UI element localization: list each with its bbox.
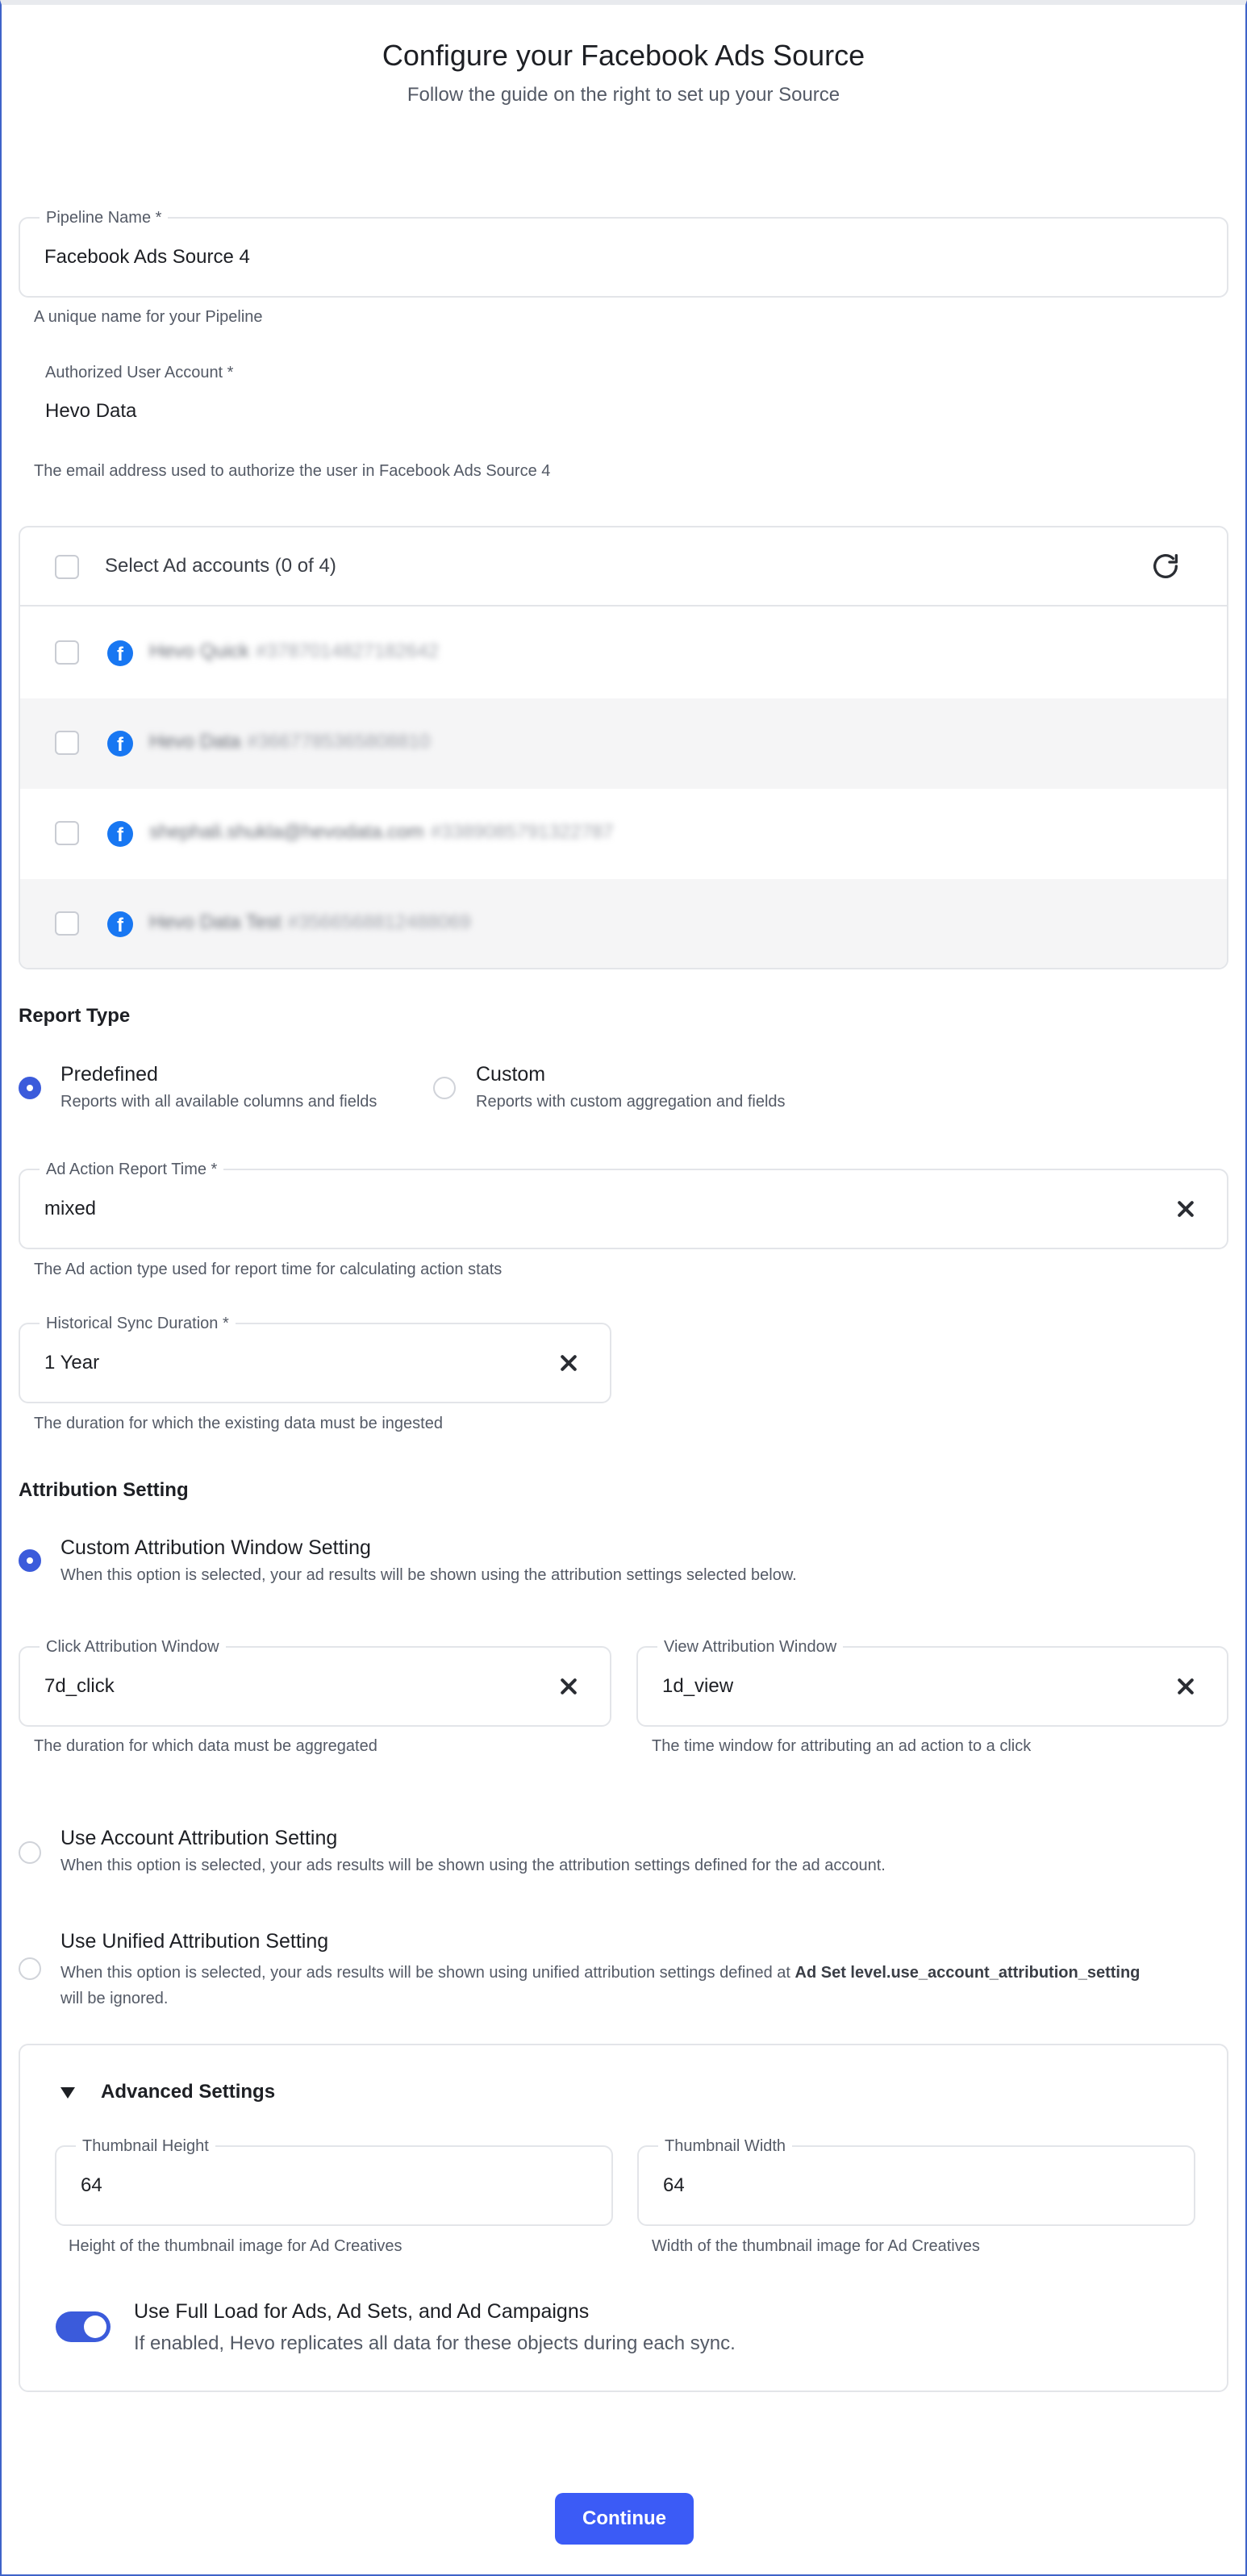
ad-account-checkbox[interactable] xyxy=(55,821,79,845)
select-all-checkbox[interactable] xyxy=(55,555,79,579)
view-attribution-window-select[interactable]: View Attribution Window 1d_view xyxy=(636,1637,1228,1727)
thumbnail-height-field[interactable]: Thumbnail Height 64 xyxy=(55,2136,613,2226)
ad-account-id: #3787014827182642 xyxy=(256,640,439,662)
custom-attribution-desc: When this option is selected, your ad re… xyxy=(60,1566,797,1584)
advanced-settings-title[interactable]: Advanced Settings xyxy=(101,2081,275,2103)
authorized-account-value: Hevo Data xyxy=(45,400,137,422)
unified-attribution-radio[interactable] xyxy=(19,1957,41,1980)
authorized-account-helper: The email address used to authorize the … xyxy=(34,462,551,480)
clear-icon[interactable] xyxy=(1177,1200,1195,1218)
ad-accounts-list: Select Ad accounts (0 of 4) f Hevo Quick… xyxy=(19,526,1228,969)
pipeline-name-field[interactable]: Pipeline Name * Facebook Ads Source 4 xyxy=(19,208,1228,298)
ad-account-label: Hevo Data Test #3566568812488069 xyxy=(149,911,471,934)
ad-account-name: shephali.shukla@hevodata.com xyxy=(149,821,424,843)
ad-account-checkbox[interactable] xyxy=(55,731,79,755)
ad-accounts-header: Select Ad accounts (0 of 4) xyxy=(20,527,1227,606)
custom-desc: Reports with custom aggregation and fiel… xyxy=(476,1093,786,1111)
ad-account-row[interactable]: f Hevo Data #3667785365808810 xyxy=(20,698,1227,789)
pipeline-name-value[interactable]: Facebook Ads Source 4 xyxy=(44,219,250,296)
ad-account-label: Hevo Data #3667785365808810 xyxy=(149,731,430,753)
predefined-radio[interactable] xyxy=(19,1077,41,1099)
predefined-desc: Reports with all available columns and f… xyxy=(60,1093,377,1111)
thumbnail-height-helper: Height of the thumbnail image for Ad Cre… xyxy=(69,2237,402,2255)
continue-button[interactable]: Continue xyxy=(555,2493,694,2545)
full-load-toggle[interactable] xyxy=(56,2311,111,2342)
custom-radio[interactable] xyxy=(433,1077,456,1099)
view-attribution-window-helper: The time window for attributing an ad ac… xyxy=(652,1737,1032,1755)
ad-account-row[interactable]: f Hevo Data Test #3566568812488069 xyxy=(20,879,1227,968)
ad-accounts-header-label: Select Ad accounts (0 of 4) xyxy=(105,555,336,577)
click-attribution-window-value: 7d_click xyxy=(44,1675,115,1697)
account-attribution-desc: When this option is selected, your ads r… xyxy=(60,1857,886,1874)
ad-account-checkbox[interactable] xyxy=(55,911,79,936)
unified-attribution-desc-bold: Ad Set level.use_account_attribution_set… xyxy=(794,1964,1141,1982)
ad-account-checkbox[interactable] xyxy=(55,640,79,665)
pipeline-name-helper: A unique name for your Pipeline xyxy=(34,308,263,326)
unified-attribution-desc: When this option is selected, your ads r… xyxy=(60,1960,1222,2011)
ad-account-label: Hevo Quick #3787014827182642 xyxy=(149,640,439,663)
ad-account-name: Hevo Data xyxy=(149,731,241,752)
ad-account-name: Hevo Quick xyxy=(149,640,250,662)
facebook-icon: f xyxy=(107,911,133,937)
clear-icon[interactable] xyxy=(1177,1678,1195,1695)
click-attribution-window-helper: The duration for which data must be aggr… xyxy=(34,1737,377,1755)
ad-action-report-time-select[interactable]: Ad Action Report Time * mixed xyxy=(19,1160,1228,1249)
historical-sync-duration-select[interactable]: Historical Sync Duration * 1 Year xyxy=(19,1314,611,1403)
ad-account-row[interactable]: f shephali.shukla@hevodata.com #338908579… xyxy=(20,789,1227,879)
account-attribution-title: Use Account Attribution Setting xyxy=(60,1827,338,1849)
unified-attribution-desc-text: When this option is selected, your ads r… xyxy=(60,1964,795,1982)
page-title: Configure your Facebook Ads Source xyxy=(382,39,865,72)
ad-action-report-time-helper: The Ad action type used for report time … xyxy=(34,1261,503,1278)
facebook-icon: f xyxy=(107,640,133,666)
click-attribution-window-select[interactable]: Click Attribution Window 7d_click xyxy=(19,1637,611,1727)
ad-account-name: Hevo Data Test xyxy=(149,911,282,933)
authorized-account-label: Authorized User Account * xyxy=(45,364,234,381)
unified-attribution-title: Use Unified Attribution Setting xyxy=(60,1930,329,1953)
ad-account-id: #3667785365808810 xyxy=(247,731,431,752)
thumbnail-width-field[interactable]: Thumbnail Width 64 xyxy=(637,2136,1195,2226)
view-attribution-window-value: 1d_view xyxy=(662,1675,734,1697)
refresh-icon[interactable] xyxy=(1149,550,1182,582)
thumbnail-width-value[interactable]: 64 xyxy=(663,2147,685,2224)
unified-attribution-desc-suffix: will be ignored. xyxy=(60,1990,169,2007)
page-subtitle: Follow the guide on the right to set up … xyxy=(407,84,840,106)
ad-account-row[interactable]: f Hevo Quick #3787014827182642 xyxy=(20,608,1227,698)
custom-attribution-radio[interactable] xyxy=(19,1549,41,1572)
account-attribution-radio[interactable] xyxy=(19,1841,41,1864)
custom-title: Custom xyxy=(476,1063,546,1086)
historical-sync-duration-value: 1 Year xyxy=(44,1352,100,1373)
advanced-settings-panel: Advanced Settings Thumbnail Height 64 He… xyxy=(19,2044,1228,2392)
full-load-desc: If enabled, Hevo replicates all data for… xyxy=(134,2332,736,2354)
historical-sync-duration-helper: The duration for which the existing data… xyxy=(34,1415,443,1432)
ad-account-label: shephali.shukla@hevodata.com #33890857913… xyxy=(149,821,614,844)
custom-attribution-title: Custom Attribution Window Setting xyxy=(60,1536,371,1559)
ad-account-id: #3566568812488069 xyxy=(287,911,471,933)
collapse-triangle-icon[interactable] xyxy=(60,2087,75,2099)
predefined-title: Predefined xyxy=(60,1063,158,1086)
thumbnail-height-value[interactable]: 64 xyxy=(81,2147,102,2224)
ad-action-report-time-value: mixed xyxy=(44,1198,97,1219)
toggle-knob xyxy=(84,2315,106,2338)
clear-icon[interactable] xyxy=(560,1678,578,1695)
full-load-title: Use Full Load for Ads, Ad Sets, and Ad C… xyxy=(134,2300,590,2323)
ad-account-id: #3389085791322787 xyxy=(430,821,614,843)
report-type-title: Report Type xyxy=(19,1005,131,1027)
facebook-icon: f xyxy=(107,731,133,757)
attribution-setting-title: Attribution Setting xyxy=(19,1479,189,1501)
clear-icon[interactable] xyxy=(560,1354,578,1372)
facebook-icon: f xyxy=(107,821,133,847)
thumbnail-width-helper: Width of the thumbnail image for Ad Crea… xyxy=(652,2237,980,2255)
